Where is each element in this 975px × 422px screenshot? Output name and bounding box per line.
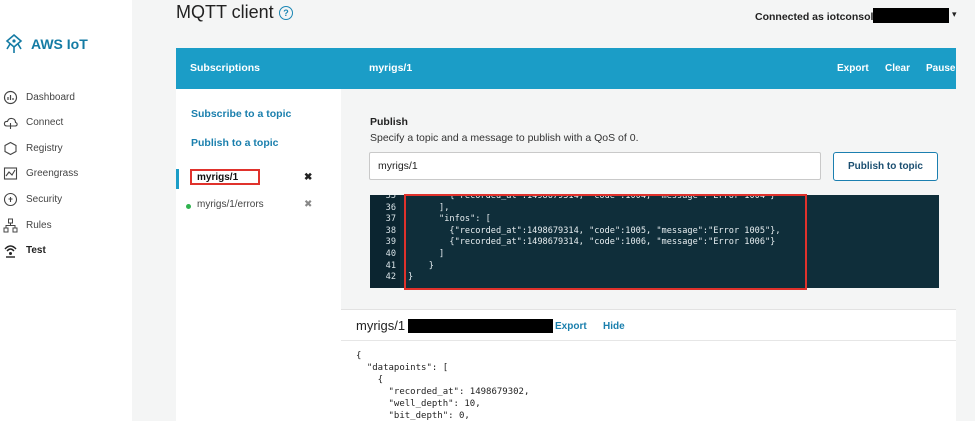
- page-margin: [956, 48, 975, 421]
- brand[interactable]: AWS IoT: [2, 32, 88, 56]
- payload-line: "recorded_at": 1498679302,: [356, 387, 530, 397]
- status-dot-icon: [186, 204, 191, 209]
- nav-label: Test: [26, 245, 46, 256]
- subscription-topic-label: myrigs/1/errors: [197, 199, 264, 210]
- close-icon[interactable]: ✖: [304, 199, 312, 210]
- rules-icon: [3, 218, 18, 233]
- registry-icon: [4, 141, 17, 156]
- nav-item-dashboard[interactable]: Dashboard: [3, 90, 75, 105]
- payload-line: {: [356, 351, 362, 361]
- close-icon[interactable]: ✖: [304, 172, 312, 183]
- publish-description: Specify a topic and a message to publish…: [370, 132, 639, 144]
- message-topic: myrigs/1: [356, 318, 406, 333]
- nav-item-security[interactable]: Security: [3, 192, 62, 207]
- nav-label: Registry: [26, 143, 63, 154]
- active-indicator: [176, 169, 179, 189]
- clear-button[interactable]: Clear: [885, 48, 910, 89]
- aws-iot-logo-icon: [5, 33, 23, 53]
- redacted-client-id: [873, 8, 949, 23]
- line-number: 38: [385, 225, 396, 236]
- nav-label: Rules: [26, 220, 52, 231]
- message-hide-link[interactable]: Hide: [603, 321, 625, 332]
- lock-icon: [3, 192, 18, 207]
- topic-panel-header: myrigs/1 Export Clear Pause: [341, 48, 956, 89]
- subscriptions-header: Subscriptions: [176, 48, 341, 89]
- nav-label: Security: [26, 194, 63, 205]
- nav-label: Dashboard: [26, 92, 75, 103]
- line-number: 37: [385, 214, 396, 225]
- line-number: 35: [385, 195, 396, 201]
- nav-item-connect[interactable]: Connect: [3, 115, 63, 130]
- publish-heading: Publish: [370, 116, 408, 128]
- nav-item-greengrass[interactable]: Greengrass: [3, 166, 78, 181]
- greengrass-icon: [3, 167, 18, 180]
- payload-line: {: [356, 375, 384, 385]
- cloud-icon: [3, 117, 18, 129]
- line-number: 42: [385, 272, 396, 283]
- nav-label: Connect: [26, 117, 64, 128]
- publish-link[interactable]: Publish to a topic: [191, 137, 279, 149]
- publish-to-topic-button[interactable]: Publish to topic: [833, 152, 938, 181]
- line-number: 36: [385, 202, 396, 213]
- message-payload: { "datapoints": [ { "recorded_at": 14986…: [356, 350, 529, 422]
- dashboard-icon: [3, 90, 18, 105]
- help-icon[interactable]: ?: [279, 6, 293, 20]
- connection-status: Connected as iotconsole-: [755, 11, 883, 23]
- payload-line: "bit_depth": 0,: [356, 411, 470, 421]
- test-icon: [4, 245, 17, 258]
- page-title: MQTT client: [176, 2, 274, 22]
- subscription-topic-label: myrigs/1: [197, 172, 239, 183]
- redacted-timestamp: [408, 319, 553, 333]
- brand-name: AWS IoT: [31, 36, 88, 52]
- nav-item-test[interactable]: Test: [3, 243, 46, 258]
- line-number: 40: [385, 249, 396, 259]
- nav-item-rules[interactable]: Rules: [3, 218, 52, 233]
- publish-topic-input[interactable]: [369, 152, 821, 180]
- subscribe-link[interactable]: Subscribe to a topic: [191, 108, 291, 120]
- highlight-box: [404, 194, 807, 290]
- line-number: 41: [385, 260, 396, 271]
- export-button[interactable]: Export: [837, 48, 869, 89]
- divider: [341, 340, 956, 341]
- message-export-link[interactable]: Export: [555, 321, 587, 332]
- line-number: 39: [385, 237, 396, 248]
- payload-line: "datapoints": [: [356, 363, 449, 373]
- subscriptions-panel: Subscriptions Subscribe to a topic Publi…: [176, 48, 341, 421]
- pause-button[interactable]: Pause: [926, 48, 955, 89]
- subscription-item[interactable]: myrigs/1 ✖: [176, 169, 341, 189]
- topic-panel-title: myrigs/1: [369, 62, 413, 74]
- payload-line: "well_depth": 10,: [356, 399, 481, 409]
- chevron-down-icon[interactable]: ▾: [952, 9, 957, 20]
- subscription-item[interactable]: myrigs/1/errors ✖: [176, 196, 341, 216]
- nav-item-registry[interactable]: Registry: [3, 141, 63, 156]
- nav-label: Greengrass: [26, 168, 79, 179]
- left-nav: AWS IoT Dashboard Connect Registry Green…: [0, 0, 132, 421]
